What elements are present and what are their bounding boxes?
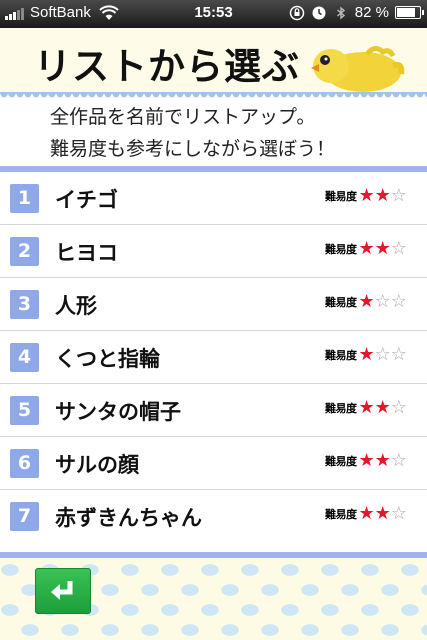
alarm-clock-icon — [312, 6, 326, 19]
list-item[interactable]: 5 サンタの帽子 難易度 ★ ★ ☆ — [0, 384, 427, 437]
difficulty-rating: 難易度 ★ ★ ☆ — [325, 239, 407, 259]
difficulty-label: 難易度 — [325, 349, 357, 362]
star-empty-icon: ☆ — [390, 238, 407, 259]
status-bar: SoftBank 15:53 82 % — [0, 0, 427, 28]
star-filled-icon: ★ — [374, 238, 391, 259]
star-empty-icon: ☆ — [374, 291, 391, 312]
star-empty-icon: ☆ — [390, 344, 407, 365]
star-empty-icon: ☆ — [390, 291, 407, 312]
status-right: 82 % — [289, 4, 424, 21]
difficulty-label: 難易度 — [325, 243, 357, 256]
difficulty-rating: 難易度 ★ ★ ☆ — [325, 398, 407, 418]
difficulty-rating: 難易度 ★ ★ ☆ — [325, 451, 407, 471]
item-name: くつと指輪 — [55, 347, 160, 371]
page-title: リストから選ぶ — [34, 45, 300, 88]
battery-percent: 82 % — [354, 4, 389, 21]
item-name: 人形 — [55, 294, 97, 318]
list-item[interactable]: 3 人形 難易度 ★ ☆ ☆ — [0, 278, 427, 331]
item-number-badge: 5 — [10, 396, 39, 425]
intro-panel: 全作品を名前でリストアップ。 難易度も参考にしながら選ぼう！ — [0, 98, 427, 166]
rotation-lock-icon — [289, 5, 305, 20]
item-name: サンタの帽子 — [55, 400, 181, 424]
intro-text-line2: 難易度も参考にしながら選ぼう！ — [50, 138, 336, 160]
difficulty-rating: 難易度 ★ ☆ ☆ — [325, 345, 407, 365]
item-number-badge: 4 — [10, 343, 39, 372]
star-filled-icon: ★ — [358, 344, 375, 365]
bluetooth-icon — [336, 6, 345, 19]
item-number-badge: 3 — [10, 290, 39, 319]
chick-mascot-icon — [311, 46, 405, 92]
item-number-badge: 2 — [10, 237, 39, 266]
intro-text-line1: 全作品を名前でリストアップ。 — [50, 106, 316, 128]
list-item[interactable]: 4 くつと指輪 難易度 ★ ☆ ☆ — [0, 331, 427, 384]
battery-icon — [395, 6, 424, 19]
star-empty-icon: ☆ — [374, 344, 391, 365]
item-number-badge: 1 — [10, 184, 39, 213]
star-empty-icon: ☆ — [390, 397, 407, 418]
difficulty-rating: 難易度 ★ ★ ☆ — [325, 186, 407, 206]
back-button[interactable] — [35, 568, 91, 614]
star-filled-icon: ★ — [374, 450, 391, 471]
item-name: サルの顔 — [55, 453, 139, 477]
star-filled-icon: ★ — [358, 450, 375, 471]
star-filled-icon: ★ — [358, 503, 375, 524]
difficulty-label: 難易度 — [325, 190, 357, 203]
star-filled-icon: ★ — [358, 238, 375, 259]
item-name: ヒヨコ — [55, 241, 118, 265]
difficulty-label: 難易度 — [325, 296, 357, 309]
work-list: 1 イチゴ 難易度 ★ ★ ☆ 2 ヒヨコ 難易度 ★ ★ ☆ 3 人形 難易度 ★ ☆ ☆… — [0, 166, 427, 558]
difficulty-rating: 難易度 ★ ☆ ☆ — [325, 292, 407, 312]
star-filled-icon: ★ — [358, 397, 375, 418]
star-empty-icon: ☆ — [390, 503, 407, 524]
difficulty-label: 難易度 — [325, 508, 357, 521]
list-item[interactable]: 1 イチゴ 難易度 ★ ★ ☆ — [0, 172, 427, 225]
star-filled-icon: ★ — [374, 185, 391, 206]
item-name: 赤ずきんちゃん — [55, 506, 202, 530]
difficulty-rating: 難易度 ★ ★ ☆ — [325, 504, 407, 524]
battery-level — [397, 8, 416, 17]
list-item[interactable]: 6 サルの顔 難易度 ★ ★ ☆ — [0, 437, 427, 490]
star-empty-icon: ☆ — [390, 185, 407, 206]
star-empty-icon: ☆ — [390, 450, 407, 471]
difficulty-label: 難易度 — [325, 455, 357, 468]
item-name: イチゴ — [55, 188, 118, 212]
return-arrow-icon — [51, 581, 73, 600]
star-filled-icon: ★ — [374, 397, 391, 418]
star-filled-icon: ★ — [374, 503, 391, 524]
difficulty-label: 難易度 — [325, 402, 357, 415]
star-filled-icon: ★ — [358, 291, 375, 312]
star-filled-icon: ★ — [358, 185, 375, 206]
list-item[interactable]: 7 赤ずきんちゃん 難易度 ★ ★ ☆ — [0, 490, 427, 543]
item-number-badge: 7 — [10, 502, 39, 531]
item-number-badge: 6 — [10, 449, 39, 478]
list-item[interactable]: 2 ヒヨコ 難易度 ★ ★ ☆ — [0, 225, 427, 278]
